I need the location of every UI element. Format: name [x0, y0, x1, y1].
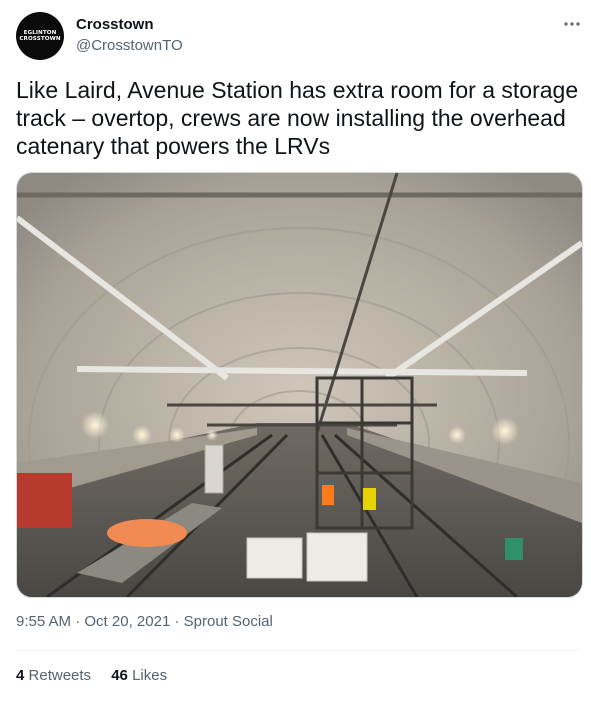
tweet-source[interactable]: Sprout Social: [184, 613, 273, 630]
more-horizontal-icon: [564, 22, 580, 26]
avatar-logo-line1: EGLINTON: [23, 29, 57, 36]
tweet-stats: 4 Retweets 46 Likes: [16, 666, 183, 686]
tweet-card: EGLINTON CROSSTOWN Crosstown @CrosstownT…: [0, 0, 591, 702]
retweets-count: 4: [16, 667, 25, 684]
meta-separator: ·: [75, 613, 81, 630]
author-display-name[interactable]: Crosstown: [76, 15, 154, 35]
tweet-date[interactable]: Oct 20, 2021: [84, 613, 170, 630]
more-options-button[interactable]: [558, 14, 586, 34]
retweets-stat[interactable]: 4 Retweets: [16, 667, 95, 684]
retweets-label: Retweets: [28, 667, 92, 684]
tweet-text: Like Laird, Avenue Station has extra roo…: [16, 77, 579, 159]
likes-label: Likes: [132, 667, 168, 684]
avatar-logo: EGLINTON CROSSTOWN: [19, 30, 60, 43]
meta-separator: ·: [174, 613, 180, 630]
likes-stat[interactable]: 46 Likes: [111, 667, 167, 684]
tweet-time[interactable]: 9:55 AM: [16, 613, 71, 630]
avatar[interactable]: EGLINTON CROSSTOWN: [16, 12, 64, 60]
tweet-meta: 9:55 AM · Oct 20, 2021 · Sprout Social: [16, 612, 273, 632]
likes-count: 46: [111, 667, 128, 684]
avatar-logo-line2: CROSSTOWN: [19, 36, 61, 42]
tweet-photo[interactable]: [16, 172, 583, 598]
divider: [16, 650, 581, 651]
tunnel-photo: [17, 173, 582, 597]
author-handle[interactable]: @CrosstownTO: [76, 36, 183, 56]
